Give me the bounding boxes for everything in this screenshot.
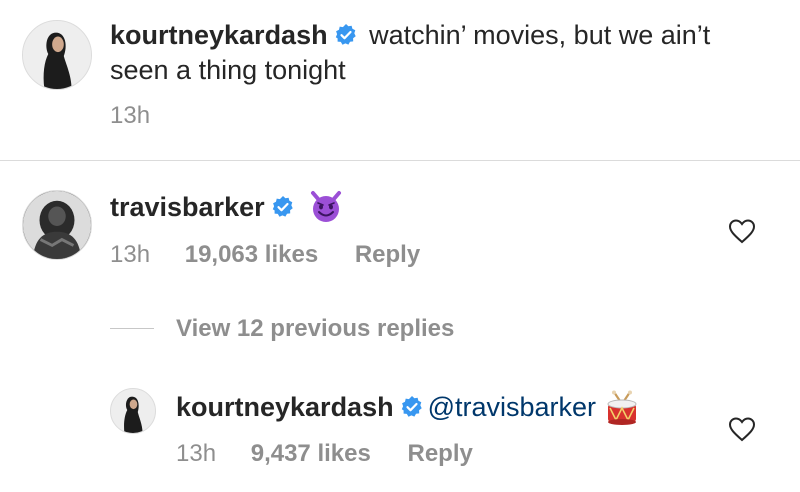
caption-line-1: kourtneykardash watchin’ movies, but we … — [110, 18, 710, 52]
avatar-travisbarker[interactable] — [22, 190, 92, 260]
drum-emoji-icon — [604, 390, 640, 426]
avatar-kourtneykardash-reply[interactable] — [110, 388, 156, 434]
reply-line: kourtneykardash @travisbarker — [176, 390, 640, 426]
view-previous-replies-button[interactable]: View 12 previous replies — [176, 314, 454, 344]
comment-timestamp: 13h — [110, 241, 151, 268]
smiling-devil-emoji-icon — [309, 190, 343, 224]
profile-photo — [111, 389, 155, 433]
comment-likes-count[interactable]: 19,063 likes — [185, 241, 318, 268]
comment-reply-button[interactable]: Reply — [355, 241, 420, 268]
reply-meta: 13h 9,437 likes Reply — [176, 439, 473, 469]
instagram-comments-view: kourtneykardash watchin’ movies, but we … — [0, 0, 800, 492]
caption-text-part1: watchin’ movies, but we ain’t — [369, 20, 711, 50]
verified-badge-icon — [334, 23, 358, 47]
profile-photo — [23, 21, 91, 89]
reply-timestamp: 13h — [176, 440, 217, 467]
caption-username[interactable]: kourtneykardash — [110, 20, 328, 50]
profile-photo — [23, 191, 91, 259]
reply-likes-count[interactable]: 9,437 likes — [251, 440, 371, 467]
reply-reply-button[interactable]: Reply — [408, 440, 473, 467]
verified-badge-icon — [271, 195, 295, 219]
caption-divider — [0, 160, 800, 161]
comment-meta: 13h 19,063 likes Reply — [110, 240, 420, 270]
reply-mention-link[interactable]: @travisbarker — [428, 392, 596, 422]
comment-line: travisbarker — [110, 190, 343, 224]
replies-divider-line — [110, 328, 154, 329]
reply-username[interactable]: kourtneykardash — [176, 392, 394, 422]
caption-timestamp: 13h — [110, 102, 151, 129]
comment-username[interactable]: travisbarker — [110, 192, 265, 222]
comment-like-heart-icon[interactable] — [728, 218, 756, 244]
caption-line-2: seen a thing tonight — [110, 55, 346, 85]
reply-like-heart-icon[interactable] — [728, 416, 756, 442]
avatar-kourtneykardash-caption[interactable] — [22, 20, 92, 90]
verified-badge-icon — [400, 395, 424, 419]
